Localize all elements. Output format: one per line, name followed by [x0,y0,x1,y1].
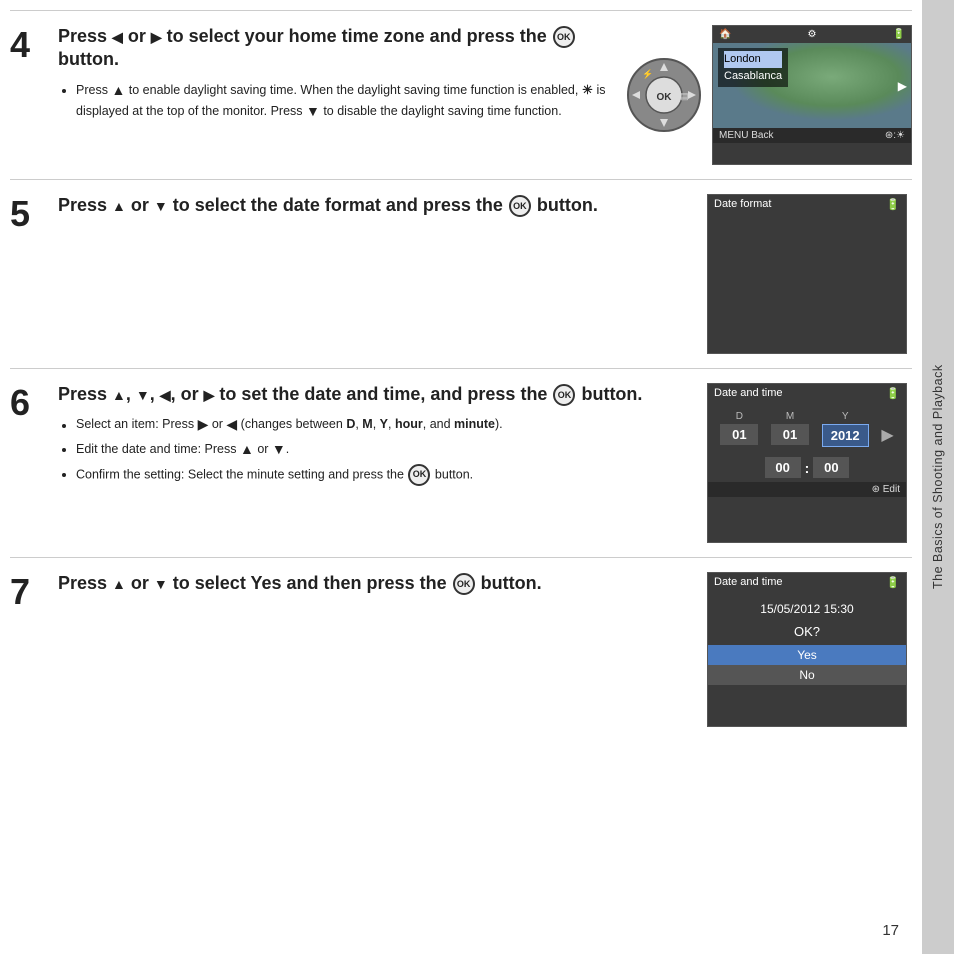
step-4-images: OK ⚡ [624,25,912,165]
tz-map-area: London Casablanca ▶ [713,43,911,128]
step-4-bullet-1: Press ▲ to enable daylight saving time. … [76,80,612,123]
tz-bottom-bar: MENU Back ⊛:☀ [713,128,911,143]
tz-city-london: London [724,51,782,68]
dt-value-y: 2012 [822,424,869,447]
step-7-row: 7 Press ▲ or ▼ to select Yes and then pr… [10,557,912,741]
step-6-row: 6 Press ▲, ▼, ◀, or ▶ to set the date an… [10,368,912,557]
step-4-body: Press ◀ or ▶ to select your home time zo… [58,25,912,165]
df-top-bar: Date format 🔋 [708,195,906,354]
ok-dial: OK ⚡ [624,55,704,135]
sidebar: The Basics of Shooting and Playback [922,0,954,954]
dt-minutes: 00 [813,457,849,478]
step-6-bullet-2: Edit the date and time: Press ▲ or ▼. [76,439,690,461]
page-container: 4 Press ◀ or ▶ to select your home time … [0,0,954,954]
confirm-no-row: No [708,665,906,685]
dt-time-row: 00 : 00 [708,451,906,482]
dt-top-bar: Date and time 🔋 [708,384,906,403]
dt-label-d: D [736,411,743,422]
step-6-bullet-3: Confirm the setting: Select the minute s… [76,464,690,486]
step-5-title: Press ▲ or ▼ to select the date format a… [58,194,690,217]
step-4-title: Press ◀ or ▶ to select your home time zo… [58,25,612,72]
step-6-text: Press ▲, ▼, ◀, or ▶ to set the date and … [58,383,690,543]
tz-menu-back: MENU Back [719,130,773,141]
confirm-body: 15/05/2012 15:30 OK? [708,592,906,645]
main-content: 4 Press ◀ or ▶ to select your home time … [0,0,922,954]
step-7-text: Press ▲ or ▼ to select Yes and then pres… [58,572,690,727]
dt-bottom-bar: ⊛ Edit [708,482,906,497]
step-7-images: Date and time 🔋 15/05/2012 15:30 OK? Yes… [702,572,912,727]
step-6-number: 6 [10,383,48,543]
step-6-body: Press ▲, ▼, ◀, or ▶ to set the date and … [58,383,912,543]
dt-fields-row: D 01 M 01 Y 2012 ▶ [708,403,906,451]
timezone-screen: 🏠 ⚙ 🔋 London Casablanca [712,25,912,165]
dt-title: Date and time [714,387,782,400]
confirm-screen: Date and time 🔋 15/05/2012 15:30 OK? Yes… [707,572,907,727]
step-4-number: 4 [10,25,48,165]
step-6-bullets: Select an item: Press ▶ or ◀ (changes be… [58,414,690,485]
step-4-bullets: Press ▲ to enable daylight saving time. … [58,80,612,123]
confirm-datetime: 15/05/2012 15:30 [760,602,853,616]
page-number: 17 [882,922,899,939]
dt-value-d: 01 [720,424,758,445]
dt-edit-label: ⊛ Edit [872,484,900,495]
confirm-top-bar: Date and time 🔋 [708,573,906,592]
datetime-screen: Date and time 🔋 D 01 M 01 [707,383,907,543]
step-6-bullet-1: Select an item: Press ▶ or ◀ (changes be… [76,414,690,436]
step-7-title: Press ▲ or ▼ to select Yes and then pres… [58,572,690,595]
step-5-images: Date format 🔋 Y/M/D Year/Month/Day M/D/Y… [702,194,912,354]
dt-battery-icon: 🔋 [886,387,900,400]
svg-text:▤: ▤ [680,91,689,101]
confirm-ok-label: OK? [794,624,820,639]
dt-field-d: D 01 [720,411,758,447]
dt-label-y: Y [842,411,849,422]
step-6-title: Press ▲, ▼, ◀, or ▶ to set the date and … [58,383,690,406]
df-title: Date format [714,198,771,352]
dt-colon: : [805,460,810,476]
svg-text:⚡: ⚡ [642,68,653,80]
svg-text:OK: OK [657,92,673,103]
dt-arrow-indicator: ▶ [881,411,893,447]
dt-field-m: M 01 [771,411,809,447]
step-4-row: 4 Press ◀ or ▶ to select your home time … [10,10,912,179]
step-5-number: 5 [10,194,48,354]
dateformat-screen: Date format 🔋 Y/M/D Year/Month/Day M/D/Y… [707,194,907,354]
dt-value-m: 01 [771,424,809,445]
dt-hours: 00 [765,457,801,478]
step-5-body: Press ▲ or ▼ to select the date format a… [58,194,912,354]
tz-city-list: London Casablanca [718,48,788,87]
dt-field-y: Y 2012 [822,411,869,447]
step-5-row: 5 Press ▲ or ▼ to select the date format… [10,179,912,368]
tz-ok-sun: ⊛:☀ [885,130,905,141]
tz-top-bar: 🏠 ⚙ 🔋 [713,26,911,43]
dt-label-m: M [786,411,794,422]
step-7-number: 7 [10,572,48,727]
confirm-title: Date and time [714,576,782,589]
step-7-body: Press ▲ or ▼ to select Yes and then pres… [58,572,912,727]
step-5-text: Press ▲ or ▼ to select the date format a… [58,194,690,354]
confirm-yes-row: Yes [708,645,906,665]
confirm-battery-icon: 🔋 [886,576,900,589]
sidebar-label: The Basics of Shooting and Playback [931,365,945,590]
step-6-images: Date and time 🔋 D 01 M 01 [702,383,912,543]
step-4-text: Press ◀ or ▶ to select your home time zo… [58,25,612,165]
df-battery-icon: 🔋 [886,198,900,352]
tz-city-casablanca: Casablanca [724,68,782,85]
